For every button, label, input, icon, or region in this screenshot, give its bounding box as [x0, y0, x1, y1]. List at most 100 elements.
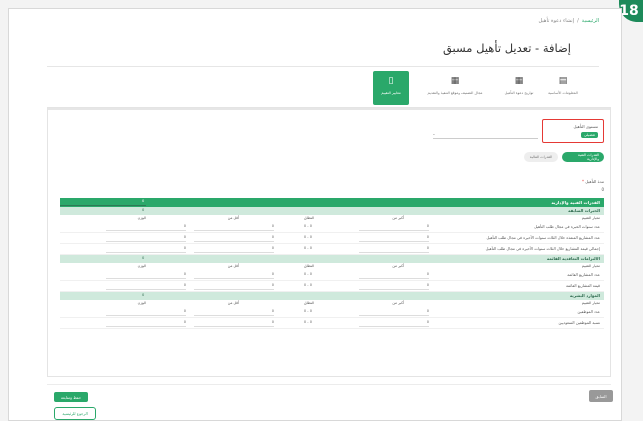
from-input[interactable]	[359, 245, 429, 253]
technical-capabilities-tab[interactable]: القدرات الفنية والإدارية	[562, 152, 604, 162]
group-header: الخبرات السابقة 0	[60, 207, 604, 215]
group-weight-value: 0	[142, 293, 145, 297]
page-title: إضافة - تعديل تأهيل مسبق	[442, 41, 571, 55]
criteria-row: نسبة الموظفين السعوديين 0 0 - 0 0 0	[60, 318, 604, 329]
tab-classification[interactable]: ▦ مجال التصنيف وموقع التنفيذ والتقديم	[417, 71, 493, 105]
col-to: أقل من	[227, 216, 239, 220]
col-criteria: معيار التقييم	[581, 264, 600, 268]
weight-input[interactable]	[106, 234, 186, 242]
criteria-row: عدد المشاريع القائمة 0 0 - 0 0 0	[60, 270, 604, 281]
to-value: 0	[271, 235, 274, 239]
weight-value: 0	[183, 224, 186, 228]
col-range: النطاق	[303, 216, 314, 220]
from-input[interactable]	[359, 234, 429, 242]
tab-basic-info[interactable]: ▤ المعلومات الأساسية	[545, 71, 581, 105]
card-divider	[48, 108, 610, 110]
qualification-level-label: مستوى التأهيل	[573, 124, 599, 129]
to-input[interactable]	[194, 234, 274, 242]
criteria-row: عدد المشاريع المنفذة خلال الثلاث سنوات ا…	[60, 233, 604, 244]
criteria-row: إجمالي قيمة المشاريع خلال الثلاث سنوات ا…	[60, 244, 604, 255]
weight-input[interactable]	[106, 319, 186, 327]
save-continue-button[interactable]: حفظ ومتابعة	[54, 392, 88, 402]
criteria-row: عدد الموظفين 0 0 - 0 0 0	[60, 307, 604, 318]
from-input[interactable]	[359, 223, 429, 231]
criteria-label: عدد المشاريع المنفذة خلال الثلاث سنوات ا…	[486, 235, 600, 240]
col-to: أقل من	[227, 264, 239, 268]
group-header: الموارد البشرية 0	[60, 292, 604, 300]
col-criteria: معيار التقييم	[581, 301, 600, 305]
column-headers: معيار التقييم أكبر من النطاق أقل من الوز…	[60, 215, 604, 222]
qualification-level-box: مستوى التأهيل تفصيلي	[542, 119, 604, 143]
weight-input[interactable]	[106, 223, 186, 231]
financial-capabilities-tab[interactable]: القدرات المالية	[524, 152, 558, 162]
weight-value: 0	[183, 320, 186, 324]
breadcrumb-separator: /	[577, 18, 579, 24]
tab-dates[interactable]: ▦ تواريخ دعوة التأهيل	[501, 71, 537, 105]
col-from: أكبر من	[392, 216, 404, 220]
previous-button[interactable]: السابق	[589, 390, 613, 402]
back-home-button[interactable]: الرجوع للرئيسية	[54, 407, 96, 420]
from-value: 0	[426, 235, 429, 239]
criteria-label: إجمالي قيمة المشاريع خلال الثلاث سنوات ا…	[485, 246, 600, 251]
from-input[interactable]	[359, 308, 429, 316]
breadcrumb-current: إنشاء دعوة تأهيل	[538, 18, 575, 24]
to-input[interactable]	[194, 223, 274, 231]
document-icon: ▤	[558, 76, 568, 86]
col-from: أكبر من	[392, 301, 404, 305]
to-value: 0	[271, 246, 274, 250]
criteria-grid: القدرات الفنية والإدارية 0 الخبرات الساب…	[60, 198, 604, 329]
to-value: 0	[271, 272, 274, 276]
from-input[interactable]	[359, 282, 429, 290]
from-input[interactable]	[359, 319, 429, 327]
to-input[interactable]	[194, 282, 274, 290]
tab-label: مجال التصنيف وموقع التنفيذ والتقديم	[427, 91, 483, 95]
section-title: القدرات الفنية والإدارية	[551, 200, 600, 205]
qualification-period-label: مدة التأهيل *	[582, 179, 604, 184]
breadcrumb-home[interactable]: الرئيسية	[582, 18, 599, 24]
group-title: الالتزامات التعاقدية القائمة	[546, 256, 600, 261]
group-weight-value: 0	[142, 256, 145, 260]
from-value: 0	[426, 224, 429, 228]
criteria-label: قيمة المشاريع القائمة	[565, 283, 600, 288]
weight-value: 0	[183, 246, 186, 250]
to-input[interactable]	[194, 245, 274, 253]
col-weight: الوزن	[137, 264, 146, 268]
range-value: 0 - 0	[303, 235, 312, 239]
range-value: 0 - 0	[303, 320, 312, 324]
section-weight-field[interactable]	[60, 199, 146, 206]
column-headers: معيار التقييم أكبر من النطاق أقل من الوز…	[60, 300, 604, 307]
criteria-row: عدد سنوات الخبرة في مجال طلب التأهيل 0 0…	[60, 222, 604, 233]
qualification-level-badge[interactable]: تفصيلي	[581, 132, 598, 138]
weight-input[interactable]	[106, 282, 186, 290]
page-frame: الرئيسية / إنشاء دعوة تأهيل إضافة - تعدي…	[8, 8, 622, 421]
to-input[interactable]	[194, 319, 274, 327]
to-input[interactable]	[194, 271, 274, 279]
weight-value: 0	[183, 309, 186, 313]
range-value: 0 - 0	[303, 224, 312, 228]
col-to: أقل من	[227, 301, 239, 305]
col-from: أكبر من	[392, 264, 404, 268]
qualification-period-value[interactable]: 0	[601, 187, 604, 192]
grid-icon: ▦	[450, 76, 460, 86]
criteria-label: عدد الموظفين	[577, 309, 600, 314]
criteria-card: مستوى التأهيل تفصيلي - القدرات الفنية وا…	[47, 107, 611, 377]
weight-value: 0	[183, 235, 186, 239]
required-mark: *	[582, 179, 584, 184]
weight-input[interactable]	[106, 271, 186, 279]
weight-input[interactable]	[106, 245, 186, 253]
from-value: 0	[426, 320, 429, 324]
from-value: 0	[426, 309, 429, 313]
tab-label: المعلومات الأساسية	[548, 91, 578, 95]
weight-input[interactable]	[106, 308, 186, 316]
breadcrumb: الرئيسية / إنشاء دعوة تأهيل	[539, 18, 599, 24]
col-weight: الوزن	[137, 301, 146, 305]
weight-value: 0	[183, 272, 186, 276]
tab-label: معايير التقييم	[381, 91, 401, 95]
from-input[interactable]	[359, 271, 429, 279]
tab-criteria[interactable]: ▯ معايير التقييم	[373, 71, 409, 105]
col-weight: الوزن	[137, 216, 146, 220]
column-headers: معيار التقييم أكبر من النطاق أقل من الوز…	[60, 263, 604, 270]
to-input[interactable]	[194, 308, 274, 316]
calendar-icon: ▦	[514, 76, 524, 86]
group-header: الالتزامات التعاقدية القائمة 0	[60, 255, 604, 263]
